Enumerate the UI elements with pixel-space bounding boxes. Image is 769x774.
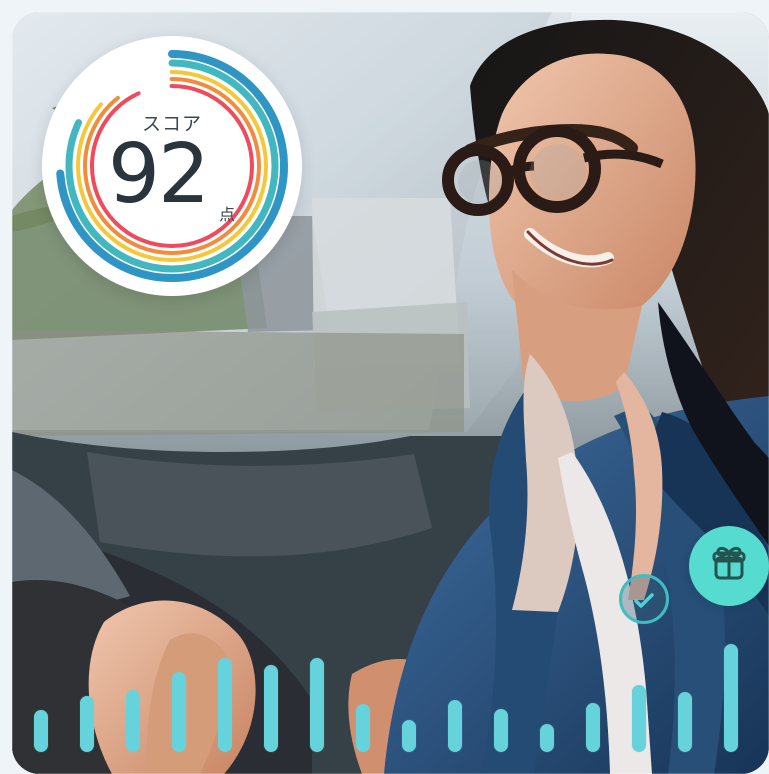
score-value: 92: [107, 127, 210, 222]
activity-bar: [678, 692, 692, 752]
activity-bar: [632, 685, 646, 752]
activity-bar: [80, 696, 94, 752]
activity-bar: [586, 703, 600, 752]
activity-bar: [402, 720, 416, 752]
activity-bar: [356, 704, 370, 752]
activity-bar: [310, 658, 324, 752]
score-badge: スコア 92 点: [42, 36, 302, 296]
activity-bar: [126, 690, 140, 752]
activity-bar: [540, 724, 554, 752]
activity-bar: [172, 672, 186, 752]
activity-bar: [494, 709, 508, 752]
activity-bars: [12, 594, 769, 774]
activity-bar: [724, 644, 738, 752]
activity-bar: [448, 700, 462, 752]
activity-bar: [218, 658, 232, 752]
driving-score-card: スコア 92 点: [12, 12, 769, 774]
activity-bar: [34, 710, 48, 752]
score-unit: 点: [219, 205, 236, 224]
activity-bar: [264, 665, 278, 752]
